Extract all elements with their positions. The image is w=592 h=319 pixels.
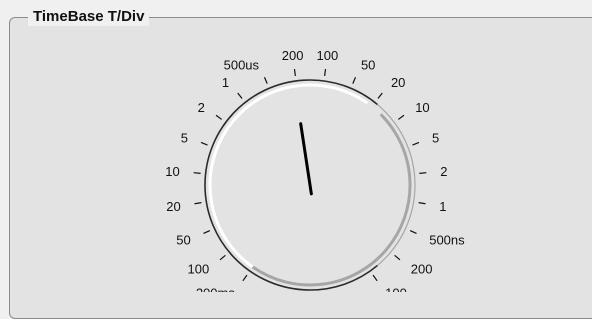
scale-label: 200 (282, 48, 304, 63)
scale-tick (263, 76, 268, 84)
scale-label: 50 (361, 57, 375, 72)
scale-tick (242, 274, 248, 282)
scale-tick (412, 141, 420, 146)
scale-tick (293, 68, 296, 77)
scale-tick (200, 141, 208, 146)
scale-label: 5 (181, 130, 188, 145)
scale-tick (237, 92, 243, 99)
scale-tick (219, 254, 226, 261)
scale-label: 200 (411, 262, 433, 277)
scale-tick (324, 68, 327, 77)
scale-label: 1 (222, 75, 229, 90)
scale-tick (394, 254, 401, 261)
scale-label: 100 (317, 48, 339, 63)
scale-label: 5 (432, 130, 439, 145)
scale-tick (193, 172, 201, 174)
scale-label: 20 (166, 199, 180, 214)
scale-tick (372, 274, 378, 282)
timebase-knob[interactable]: 200ms100502010521500us200100502010521500… (0, 0, 592, 292)
scale-label: 1 (439, 199, 446, 214)
scale-label: 10 (165, 164, 179, 179)
scale-label: 2 (440, 164, 447, 179)
scale-label: 50 (176, 232, 190, 247)
scale-tick (352, 76, 357, 84)
scale-tick (215, 114, 223, 120)
scale-tick (419, 172, 427, 174)
scale-tick (194, 202, 202, 205)
scale-label: 100 (385, 285, 407, 292)
scale-tick (397, 114, 405, 120)
scale-label: 500us (224, 57, 260, 72)
scale-label: 20 (391, 75, 405, 90)
scale-label: 200ms (196, 285, 236, 292)
scale-tick (409, 230, 417, 235)
scale-label: 100 (188, 262, 210, 277)
scale-tick (418, 202, 426, 205)
scale-tick (203, 230, 211, 235)
scale-label: 2 (198, 100, 205, 115)
scale-label: 500ns (429, 232, 465, 247)
scale-label: 10 (415, 100, 429, 115)
scale-tick (377, 92, 383, 99)
